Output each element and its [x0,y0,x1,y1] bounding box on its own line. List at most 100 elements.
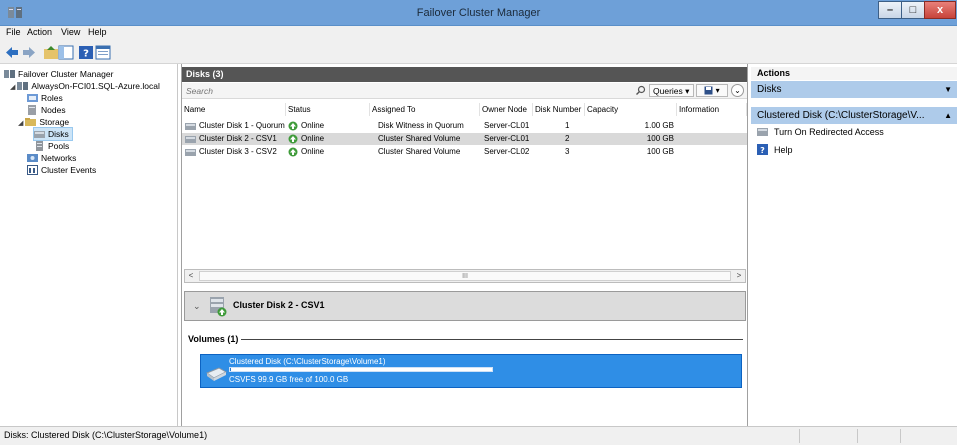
action-label: Help [774,145,793,155]
status-text: Disks: Clustered Disk (C:\ClusterStorage… [4,430,208,440]
expand-triangle-icon[interactable]: ◢ [10,84,15,91]
caret-up-icon[interactable]: ▲ [944,107,952,124]
tree-label-root: Failover Cluster Manager [18,69,114,79]
actions-section-clustered-disk[interactable]: Clustered Disk (C:\ClusterStorage\V... ▲ [751,107,957,124]
action-turn-on-redirected-access[interactable]: Turn On Redirected Access [757,125,884,139]
search-icon[interactable] [635,85,646,96]
tree-item-cluster-events[interactable]: Cluster Events [27,164,96,176]
maximize-button[interactable]: □ [901,1,925,19]
volumes-divider [188,339,743,340]
search-input[interactable] [184,84,638,97]
detail-header: ⌄ Cluster Disk 2 - CSV1 [184,291,746,321]
cell-name: Cluster Disk 2 - CSV1 [199,134,277,143]
actions-section-disks-label: Disks [757,84,782,95]
cell-name: Cluster Disk 1 - Quorum [199,121,285,130]
save-icon [704,86,713,95]
tree-item-nodes[interactable]: Nodes [27,104,66,116]
window-title: Failover Cluster Manager [416,7,541,19]
tree-item-storage[interactable]: ◢ Storage [18,116,69,128]
action-help[interactable]: ? Help [757,143,793,157]
column-information[interactable]: Information [677,103,747,116]
table-row[interactable]: Cluster Disk 1 - Quorum Online Disk Witn… [182,120,747,132]
cell-disk-number: 1 [565,121,570,130]
actions-pane: Actions Disks ▼ Clustered Disk (C:\Clust… [751,64,957,426]
cell-status: Online [301,147,325,156]
column-capacity[interactable]: Capacity [585,103,677,116]
scroll-right-button[interactable]: > [733,270,745,282]
properties-icon[interactable] [95,45,111,60]
minimize-button[interactable]: – [878,1,902,19]
disks-pane-title: Disks (3) [182,67,747,82]
volume-tile[interactable]: Clustered Disk (C:\ClusterStorage\Volume… [200,354,742,388]
forward-arrow-icon[interactable] [21,45,37,60]
cell-disk-number: 3 [565,147,570,156]
help-icon[interactable]: ? [78,45,94,60]
volume-drive-icon [205,367,227,381]
tree-item-pools[interactable]: Pools [34,140,69,152]
menu-view[interactable]: View [61,27,80,37]
toolbar: ? [0,41,957,64]
storage-icon [25,118,37,126]
tree-item-networks[interactable]: Networks [27,152,76,164]
tree-item-roles[interactable]: Roles [27,92,63,104]
navigation-tree: Failover Cluster Manager ◢ AlwaysOn-FCI01… [0,64,178,426]
cell-status: Online [301,121,325,130]
back-arrow-icon[interactable] [4,45,20,60]
up-folder-icon[interactable] [43,45,59,60]
cell-capacity: 100 GB [646,147,674,156]
collapse-button[interactable]: ⌄ [731,84,744,97]
caret-down-icon[interactable]: ▼ [944,81,952,98]
column-name[interactable]: Name [182,103,286,116]
menu-action[interactable]: Action [27,27,52,37]
online-status-icon [288,147,298,157]
show-hide-tree-icon[interactable] [58,45,74,60]
cell-disk-number: 2 [565,134,570,143]
cell-assigned-to: Disk Witness in Quorum [378,121,464,130]
cell-capacity: 100 GB [646,134,674,143]
table-row[interactable]: Cluster Disk 3 - CSV2 Online Cluster Sha… [182,146,747,158]
expand-triangle-icon[interactable]: ◢ [18,120,23,127]
redirected-access-icon [757,128,768,136]
tree-item-disks[interactable]: Disks [33,127,73,141]
disk-icon [185,149,196,156]
tree-label-networks: Networks [41,153,77,163]
close-button[interactable]: x [924,1,956,19]
center-pane: Disks (3) Queries ▾ ▾ ⌄ Name Status Assi… [181,64,748,426]
table-row[interactable]: Cluster Disk 2 - CSV1 Online Cluster Sha… [182,133,747,145]
tree-item-root[interactable]: Failover Cluster Manager [4,68,113,80]
cluster-manager-icon [4,70,15,78]
tree-label-cluster: AlwaysOn-FCI01.SQL-Azure.local [31,81,160,91]
cluster-icon [17,82,29,90]
horizontal-scrollbar[interactable]: < III > [184,269,746,283]
column-owner-node[interactable]: Owner Node [480,103,533,116]
networks-icon [27,154,38,162]
column-assigned-to[interactable]: Assigned To [370,103,480,116]
tree-item-cluster[interactable]: ◢ AlwaysOn-FCI01.SQL-Azure.local [10,80,160,92]
cell-name: Cluster Disk 3 - CSV2 [199,147,277,156]
actions-section-disks[interactable]: Disks ▼ [751,81,957,98]
tree-label-pools: Pools [48,141,70,151]
detail-title: Cluster Disk 2 - CSV1 [233,300,325,310]
menu-file[interactable]: File [6,27,21,37]
tree-label-cluster-events: Cluster Events [41,165,97,175]
status-bar: Disks: Clustered Disk (C:\ClusterStorage… [0,426,957,445]
column-status[interactable]: Status [286,103,370,116]
save-query-dropdown[interactable]: ▾ [696,84,728,97]
collapse-chevron-icon[interactable]: ⌄ [193,301,201,312]
column-disk-number[interactable]: Disk Number [533,103,585,116]
status-divider [900,429,901,443]
search-bar: Queries ▾ ▾ ⌄ [182,83,747,99]
nodes-icon [28,105,36,115]
save-query-caret: ▾ [715,86,720,95]
scroll-left-button[interactable]: < [185,270,197,282]
help-icon: ? [757,144,768,155]
tree-label-disks: Disks [48,129,69,139]
queries-dropdown[interactable]: Queries ▾ [649,84,694,97]
menu-bar: File Action View Help [0,26,957,41]
online-status-icon [288,134,298,144]
tree-label-roles: Roles [41,93,63,103]
cell-owner-node: Server-CL01 [484,121,530,130]
status-divider [857,429,858,443]
menu-help[interactable]: Help [88,27,107,37]
scroll-thumb[interactable]: III [199,271,731,281]
